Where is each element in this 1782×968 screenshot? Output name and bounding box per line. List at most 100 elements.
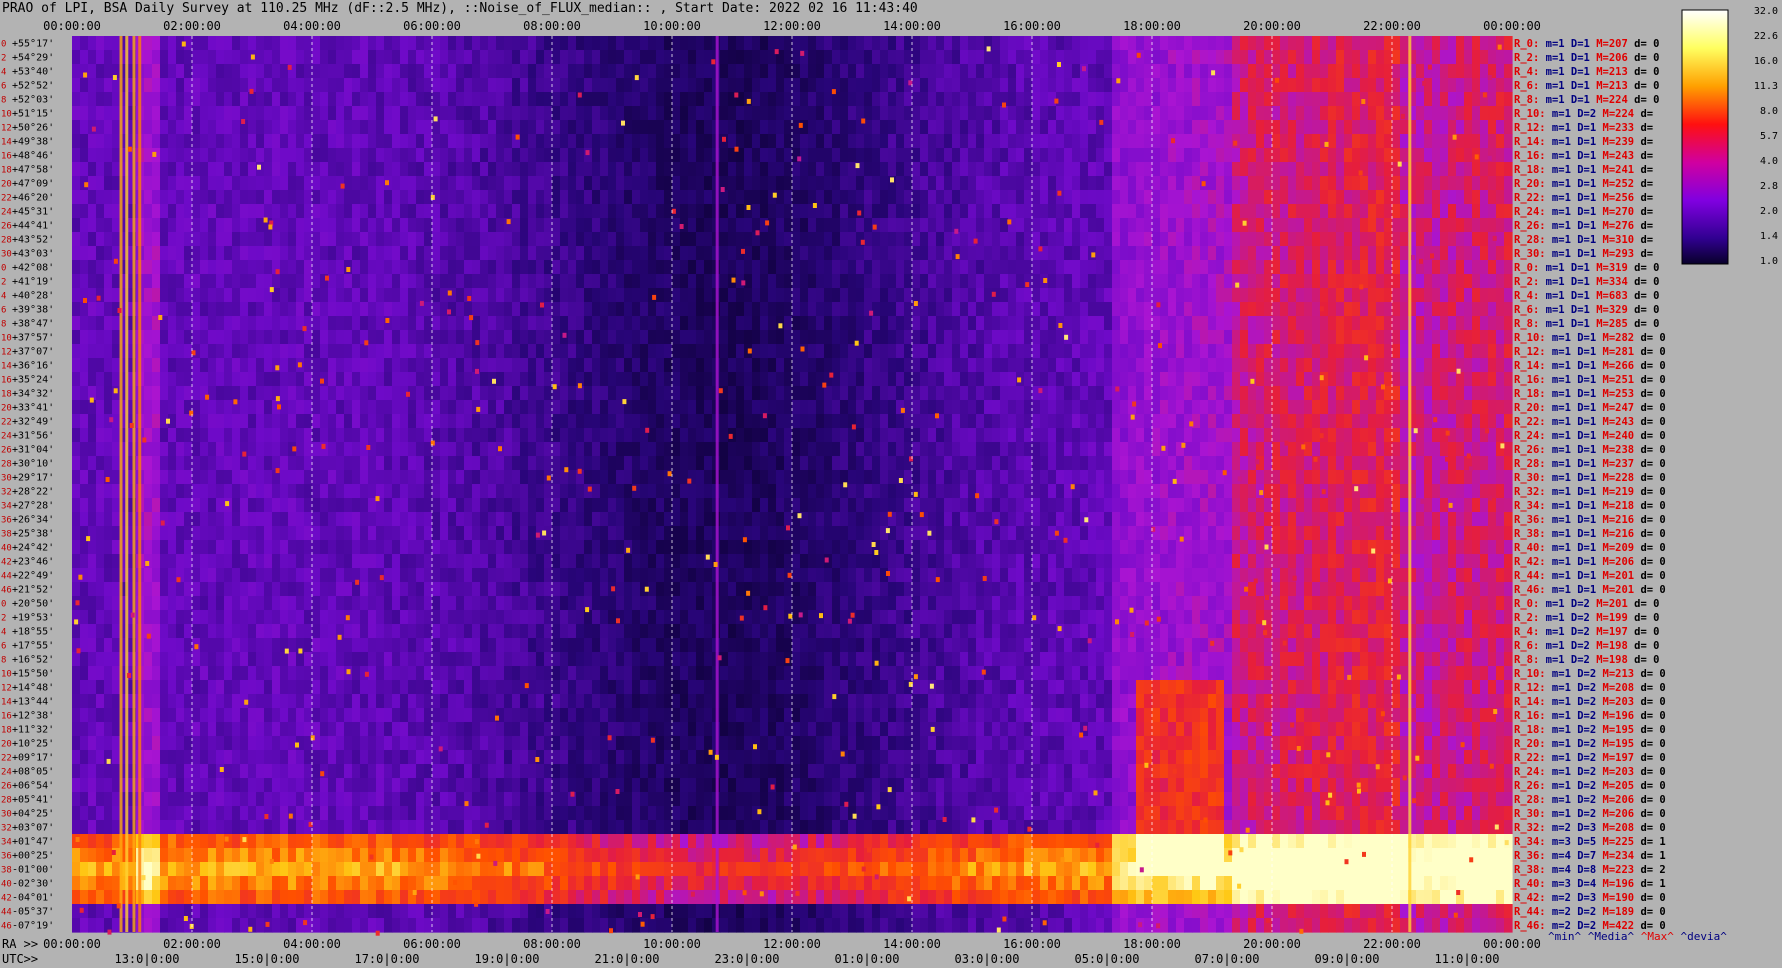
heatmap-cell	[592, 148, 601, 163]
heatmap-cell	[688, 400, 697, 415]
heatmap-cell	[432, 288, 441, 303]
heatmap-cell	[312, 134, 321, 149]
heatmap-cell	[88, 260, 97, 275]
heatmap-cell	[512, 162, 521, 177]
heatmap-cell	[400, 330, 409, 345]
heatmap-cell	[328, 260, 337, 275]
heatmap-cell	[184, 414, 193, 429]
heatmap-cell	[1288, 218, 1297, 233]
heatmap-cell	[200, 204, 209, 219]
heatmap-cell	[664, 106, 673, 121]
heatmap-cell	[1000, 36, 1009, 51]
heatmap-cell	[1384, 372, 1393, 387]
heatmap-cell	[336, 218, 345, 233]
heatmap-cell	[928, 274, 937, 289]
heatmap-cell	[168, 316, 177, 331]
heatmap-cell	[224, 78, 233, 93]
heatmap-cell	[880, 372, 889, 387]
heatmap-cell	[144, 204, 153, 219]
heatmap-cell	[360, 288, 369, 303]
heatmap-cell	[384, 204, 393, 219]
heatmap-cell	[1032, 414, 1041, 429]
heatmap-cell	[1112, 50, 1121, 65]
heatmap-cell	[448, 400, 457, 415]
heatmap-cell	[1176, 134, 1185, 149]
heatmap-cell	[984, 50, 993, 65]
heatmap-cell	[960, 50, 969, 65]
heatmap-cell	[584, 106, 593, 121]
heatmap-cell	[152, 372, 161, 387]
heatmap-cell	[608, 190, 617, 205]
heatmap-cell	[1256, 92, 1265, 107]
heatmap-cell	[352, 176, 361, 191]
heatmap-cell	[544, 106, 553, 121]
heatmap-cell	[560, 204, 569, 219]
heatmap-cell	[1456, 120, 1465, 135]
heatmap-cell	[1344, 120, 1353, 135]
heatmap-cell	[104, 344, 113, 359]
heatmap-cell	[1200, 386, 1209, 401]
heatmap-cell	[432, 414, 441, 429]
heatmap-cell	[392, 358, 401, 373]
heatmap-cell	[1152, 400, 1161, 415]
heatmap-cell	[808, 232, 817, 247]
heatmap-cell	[600, 162, 609, 177]
heatmap-cell	[240, 400, 249, 415]
heatmap-cell	[1424, 50, 1433, 65]
heatmap-cell	[616, 414, 625, 429]
heatmap-cell	[896, 232, 905, 247]
heatmap-cell	[904, 176, 913, 191]
heatmap-cell	[1040, 204, 1049, 219]
heatmap-cell	[680, 302, 689, 317]
heatmap-cell	[1240, 204, 1249, 219]
heatmap-cell	[472, 190, 481, 205]
heatmap-cell	[408, 232, 417, 247]
heatmap-cell	[1448, 190, 1457, 205]
heatmap-cell	[848, 190, 857, 205]
heatmap-cell	[696, 232, 705, 247]
heatmap-cell	[1152, 78, 1161, 93]
heatmap-cell	[240, 260, 249, 275]
heatmap-cell	[424, 92, 433, 107]
heatmap-cell	[528, 36, 537, 51]
heatmap-cell	[1288, 50, 1297, 65]
heatmap-cell	[584, 414, 593, 429]
heatmap-cell	[464, 92, 473, 107]
heatmap-cell	[1464, 274, 1473, 289]
heatmap-cell	[872, 302, 881, 317]
heatmap-cell	[800, 246, 809, 261]
heatmap-cell	[416, 260, 425, 275]
heatmap-cell	[336, 414, 345, 429]
heatmap-cell	[568, 36, 577, 51]
heatmap-cell	[864, 78, 873, 93]
heatmap-cell	[168, 372, 177, 387]
heatmap-cell	[1472, 274, 1481, 289]
heatmap-cell	[448, 134, 457, 149]
heatmap-cell	[1288, 190, 1297, 205]
heatmap-cell	[1504, 218, 1513, 233]
heatmap-cell	[1304, 358, 1313, 373]
heatmap-cell	[304, 288, 313, 303]
heatmap-cell	[1024, 400, 1033, 415]
heatmap-cell	[536, 260, 545, 275]
heatmap-cell	[1312, 358, 1321, 373]
heatmap-cell	[1144, 50, 1153, 65]
heatmap-cell	[1176, 288, 1185, 303]
heatmap-cell	[176, 358, 185, 373]
heatmap-cell	[376, 218, 385, 233]
heatmap-cell	[848, 204, 857, 219]
heatmap-cell	[488, 260, 497, 275]
heatmap-cell	[224, 176, 233, 191]
heatmap-cell	[568, 218, 577, 233]
heatmap-cell	[1392, 232, 1401, 247]
heatmap-cell	[208, 274, 217, 289]
heatmap-cell	[1088, 274, 1097, 289]
heatmap-cell	[312, 204, 321, 219]
heatmap-cell	[1312, 36, 1321, 51]
heatmap-cell	[568, 260, 577, 275]
heatmap-cell	[1488, 204, 1497, 219]
heatmap-cell	[1192, 330, 1201, 345]
heatmap-cell	[1112, 288, 1121, 303]
heatmap-cell	[256, 358, 265, 373]
heatmap-cell	[1120, 204, 1129, 219]
